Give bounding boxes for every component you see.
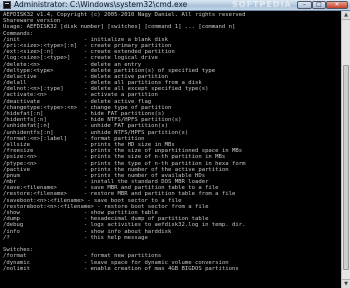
window-title: Administrator: C:\Windows\system32\cmd.e…: [14, 0, 188, 9]
softpedia-watermark: SOFTPEDIA: [232, 0, 292, 9]
scroll-up-arrow-icon[interactable]: ▲: [342, 11, 350, 20]
console-line: /nolimit - enable creation of max 4GB BI…: [3, 265, 239, 272]
close-button[interactable]: ✕: [326, 1, 348, 9]
vertical-scrollbar[interactable]: ▲ ▼: [341, 11, 350, 288]
minimize-button[interactable]: –: [297, 1, 312, 9]
console-icon: [3, 1, 11, 9]
console-window: Administrator: C:\Windows\system32\cmd.e…: [0, 0, 350, 288]
scroll-down-arrow-icon[interactable]: ▼: [342, 279, 350, 288]
console-output[interactable]: AEFDISK32 v1.4, Copyright (c) 2005-2010 …: [3, 12, 339, 288]
title-bar[interactable]: Administrator: C:\Windows\system32\cmd.e…: [0, 0, 350, 11]
maximize-button[interactable]: □: [312, 1, 326, 9]
scroll-thumb[interactable]: [343, 65, 349, 270]
